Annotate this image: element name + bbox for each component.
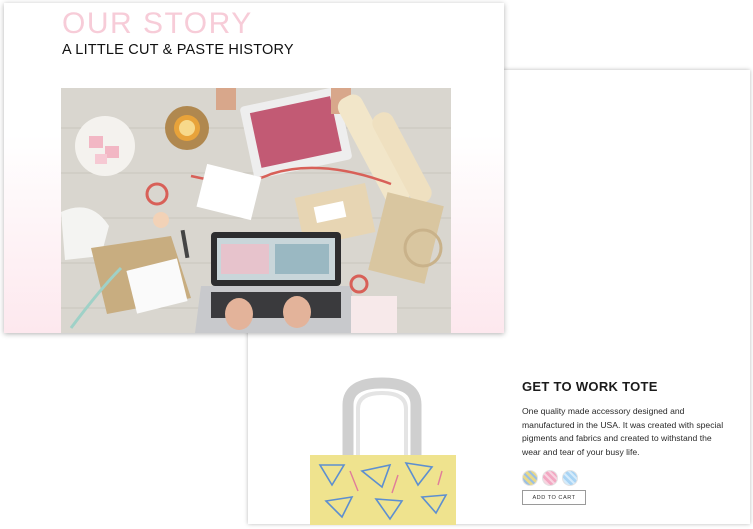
swatch-pink[interactable] bbox=[542, 470, 558, 486]
swatch-blue[interactable] bbox=[562, 470, 578, 486]
page-subtitle: A LITTLE CUT & PASTE HISTORY bbox=[62, 42, 294, 58]
product-description: One quality made accessory designed and … bbox=[522, 406, 724, 457]
workspace-photo bbox=[61, 88, 451, 333]
color-swatches bbox=[522, 470, 578, 486]
product-title: GET TO WORK TOTE bbox=[522, 379, 658, 394]
tote-bag-product-image[interactable] bbox=[306, 375, 460, 525]
page-title: OUR STORY bbox=[62, 7, 253, 40]
swatch-yellow[interactable] bbox=[522, 470, 538, 486]
add-to-cart-button[interactable]: ADD TO CART bbox=[522, 490, 586, 505]
